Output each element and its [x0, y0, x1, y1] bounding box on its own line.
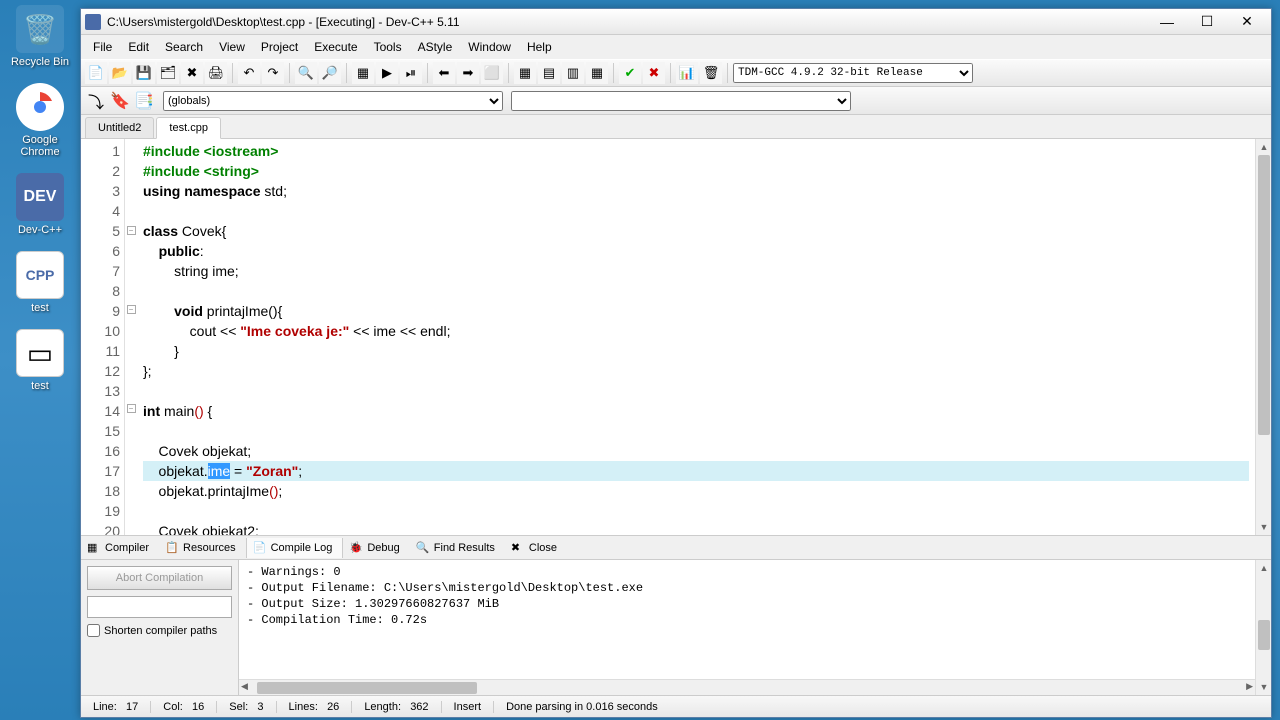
bookmark-toggle-button[interactable]: 🔖 [109, 90, 131, 112]
scrollbar-thumb[interactable] [1258, 155, 1270, 435]
bottom-tab-compiler[interactable]: ▦Compiler [81, 538, 159, 558]
toolbar-main: 📄 📂 💾 🗂 ✖ 🖨 ↶ ↷ 🔍 🔎 ▦ ▶ ⏯ ⬅ ➡ ⬜ ▦ ▤ ▥ ▦ … [81, 59, 1271, 87]
editor-tabs: Untitled2 test.cpp [81, 115, 1271, 139]
horizontal-scrollbar[interactable]: ◀ ▶ [239, 679, 1255, 695]
cpp-file-icon: CPP [16, 251, 64, 299]
tab-test-cpp[interactable]: test.cpp [156, 117, 221, 139]
new-file-button[interactable]: 📄 [85, 62, 107, 84]
replace-button[interactable]: 🔎 [319, 62, 341, 84]
compile-button[interactable]: ▦ [352, 62, 374, 84]
back-button[interactable]: ⬅ [433, 62, 455, 84]
delete-profile-button[interactable]: 🗑 [700, 62, 722, 84]
grid2-button[interactable]: ▤ [538, 62, 560, 84]
tab-untitled2[interactable]: Untitled2 [85, 117, 154, 138]
scope-select[interactable]: (globals) [163, 91, 503, 111]
status-message: Done parsing in 0.016 seconds [494, 701, 1271, 713]
goto-bookmark-button[interactable]: 📑 [133, 90, 155, 112]
status-sel: Sel: 3 [217, 701, 276, 713]
profile-button[interactable]: 📊 [676, 62, 698, 84]
status-lines: Lines: 26 [277, 701, 353, 713]
menubar: FileEditSearchViewProjectExecuteToolsASt… [81, 35, 1271, 59]
close-button[interactable]: ✕ [1227, 11, 1267, 33]
menu-project[interactable]: Project [253, 37, 306, 57]
status-length: Length: 362 [352, 701, 441, 713]
bottom-tab-resources[interactable]: 📋Resources [159, 538, 246, 558]
close-file-button[interactable]: ✖ [181, 62, 203, 84]
status-col: Col: 16 [151, 701, 217, 713]
window-title: C:\Users\mistergold\Desktop\test.cpp - [… [107, 15, 1147, 29]
compile-controls: Abort Compilation Shorten compiler paths [81, 560, 239, 695]
abort-button[interactable]: ✖ [643, 62, 665, 84]
bottom-tab-debug[interactable]: 🐞Debug [343, 538, 409, 558]
print-button[interactable]: 🖨 [205, 62, 227, 84]
recycle-bin-icon: 🗑️ [16, 5, 64, 53]
maximize-button[interactable]: ☐ [1187, 11, 1227, 33]
line-number-gutter: 1234567891011121314151617181920 [81, 139, 125, 535]
save-button[interactable]: 💾 [133, 62, 155, 84]
desktop-icon-test-exe[interactable]: ▭ test [5, 329, 75, 392]
menu-view[interactable]: View [211, 37, 253, 57]
log-vertical-scrollbar[interactable]: ▲ ▼ [1255, 560, 1271, 695]
desktop-icon-devcpp[interactable]: DEV Dev-C++ [5, 173, 75, 236]
compile-filter-input[interactable] [87, 596, 232, 618]
menu-file[interactable]: File [85, 37, 120, 57]
member-select[interactable] [511, 91, 851, 111]
grid3-button[interactable]: ▥ [562, 62, 584, 84]
menu-search[interactable]: Search [157, 37, 211, 57]
devcpp-window: C:\Users\mistergold\Desktop\test.cpp - [… [80, 8, 1272, 718]
menu-execute[interactable]: Execute [306, 37, 365, 57]
open-button[interactable]: 📂 [109, 62, 131, 84]
compile-log[interactable]: - Warnings: 0 - Output Filename: C:\User… [239, 560, 1255, 679]
bottom-tab-find-results[interactable]: 🔍Find Results [410, 538, 505, 558]
scroll-down-icon[interactable]: ▼ [1256, 519, 1271, 535]
titlebar[interactable]: C:\Users\mistergold\Desktop\test.cpp - [… [81, 9, 1271, 35]
menu-help[interactable]: Help [519, 37, 560, 57]
fold-column[interactable]: −−− [125, 139, 137, 535]
goto-button[interactable]: ⤵ [85, 90, 107, 112]
menu-tools[interactable]: Tools [366, 37, 410, 57]
exe-file-icon: ▭ [16, 329, 64, 377]
menu-astyle[interactable]: AStyle [410, 37, 461, 57]
find-button[interactable]: 🔍 [295, 62, 317, 84]
status-mode: Insert [442, 701, 495, 713]
abort-compilation-button[interactable]: Abort Compilation [87, 566, 232, 590]
redo-button[interactable]: ↷ [262, 62, 284, 84]
save-all-button[interactable]: 🗂 [157, 62, 179, 84]
app-icon [85, 14, 101, 30]
bottom-tabs: ▦Compiler📋Resources📄Compile Log🐞Debug🔍Fi… [81, 536, 1271, 560]
shorten-paths-checkbox[interactable]: Shorten compiler paths [87, 624, 232, 637]
status-line: Line: 17 [81, 701, 151, 713]
bottom-tab-close[interactable]: ✖Close [505, 538, 567, 558]
statusbar: Line: 17 Col: 16 Sel: 3 Lines: 26 Length… [81, 695, 1271, 717]
bottom-panel: ▦Compiler📋Resources📄Compile Log🐞Debug🔍Fi… [81, 535, 1271, 695]
vertical-scrollbar[interactable]: ▲ ▼ [1255, 139, 1271, 535]
desktop-icon-chrome[interactable]: Google Chrome [5, 83, 75, 158]
menu-window[interactable]: Window [460, 37, 519, 57]
chrome-icon [16, 83, 64, 131]
menu-edit[interactable]: Edit [120, 37, 157, 57]
scroll-up-icon[interactable]: ▲ [1256, 139, 1271, 155]
desktop-icon-recycle-bin[interactable]: 🗑️ Recycle Bin [5, 5, 75, 68]
minimize-button[interactable]: — [1147, 11, 1187, 33]
desktop-icon-test-cpp[interactable]: CPP test [5, 251, 75, 314]
compiler-select[interactable]: TDM-GCC 4.9.2 32-bit Release [733, 63, 973, 83]
check-button[interactable]: ✔ [619, 62, 641, 84]
compile-run-button[interactable]: ⏯ [400, 62, 422, 84]
grid1-button[interactable]: ▦ [514, 62, 536, 84]
grid4-button[interactable]: ▦ [586, 62, 608, 84]
forward-button[interactable]: ➡ [457, 62, 479, 84]
undo-button[interactable]: ↶ [238, 62, 260, 84]
run-button[interactable]: ▶ [376, 62, 398, 84]
code-editor[interactable]: 1234567891011121314151617181920 −−− #inc… [81, 139, 1271, 535]
bottom-tab-compile-log[interactable]: 📄Compile Log [246, 538, 344, 558]
toolbar-nav: ⤵ 🔖 📑 (globals) [81, 87, 1271, 115]
code-area[interactable]: #include <iostream>#include <string>usin… [137, 139, 1255, 535]
devcpp-icon: DEV [16, 173, 64, 221]
bookmark-button[interactable]: ⬜ [481, 62, 503, 84]
